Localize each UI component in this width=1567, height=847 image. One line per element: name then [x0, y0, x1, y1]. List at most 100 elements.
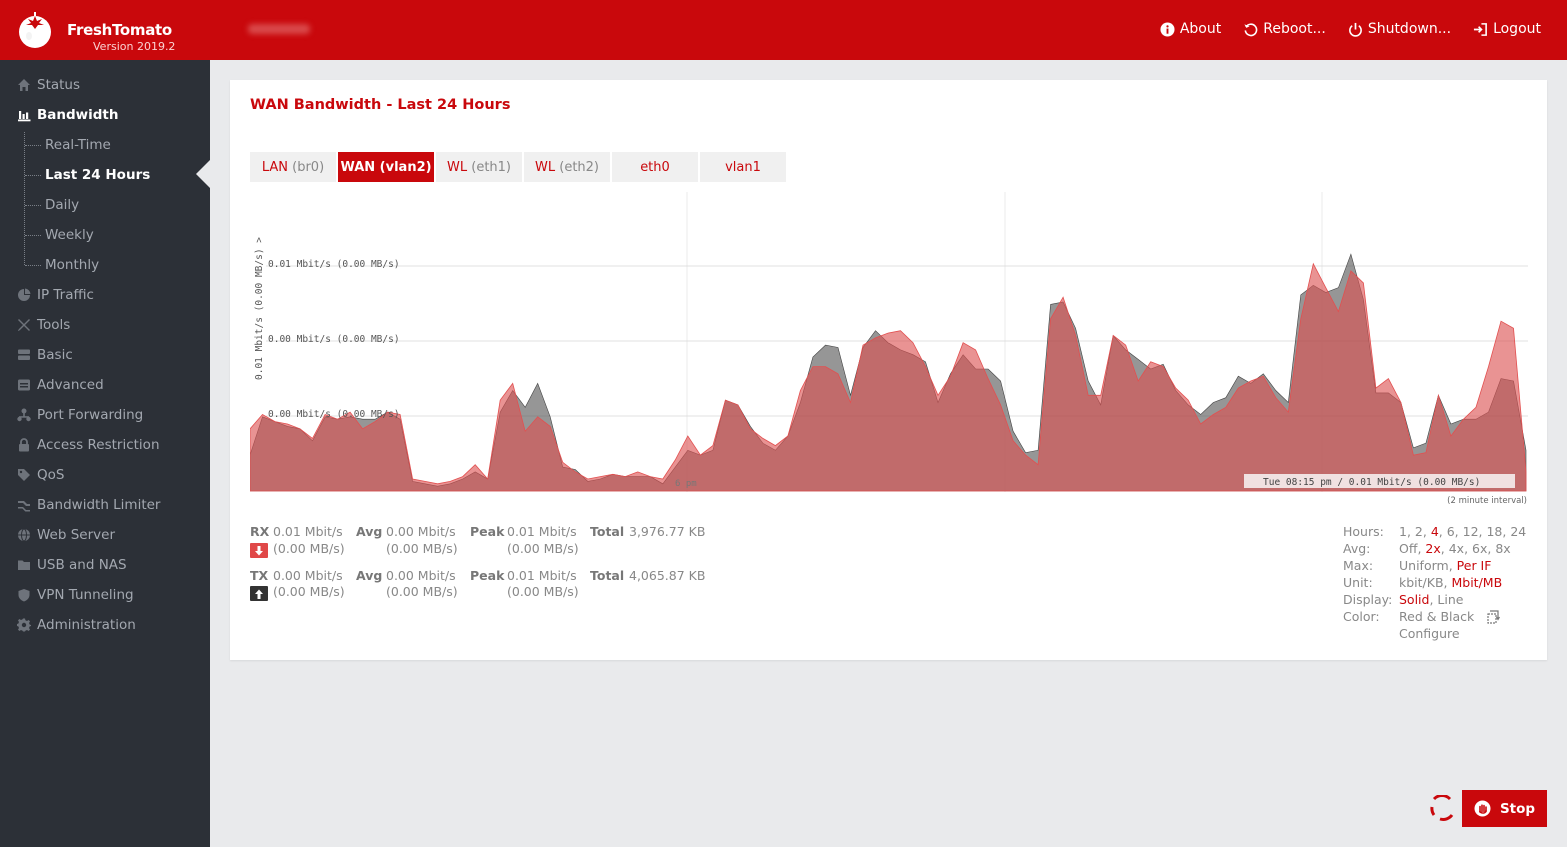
active-page-pointer [196, 160, 210, 188]
unit-choice[interactable]: Mbit/MB [1451, 575, 1502, 590]
hours-choices: 1, 2, 4, 6, 12, 18, 24 [1399, 524, 1527, 539]
sidebar-item-usb-and-nas[interactable]: USB and NAS [17, 555, 127, 575]
sidebar-subitem-daily[interactable]: Daily [45, 195, 79, 215]
sidebar-item-ip-traffic[interactable]: IP Traffic [17, 285, 94, 305]
configure-link[interactable]: Configure [1399, 626, 1460, 641]
interface-tabs: LAN (br0) WAN (vlan2) WL (eth1) WL (eth2… [250, 152, 786, 182]
interval-note: (2 minute interval) [1447, 496, 1527, 506]
color-label: Color: [1343, 609, 1380, 624]
avg-choice[interactable]: 4x [1449, 541, 1464, 556]
brand-name: FreshTomato [67, 21, 172, 39]
hours-choice[interactable]: 2 [1415, 524, 1423, 539]
unit-choices: kbit/KB, Mbit/MB [1399, 575, 1503, 590]
swap-colors-icon[interactable] [1487, 610, 1501, 624]
sidebar-subitem-real-time[interactable]: Real-Time [45, 135, 111, 155]
hours-choice[interactable]: 4 [1431, 524, 1439, 539]
tab-wan-vlan2[interactable]: WAN (vlan2) [338, 152, 434, 182]
arrow-down-icon [255, 545, 263, 555]
sidebar-item-label: Tools [37, 317, 71, 333]
globe-icon [18, 528, 30, 542]
bandwidth-panel: WAN Bandwidth - Last 24 Hours LAN (br0) … [230, 80, 1547, 660]
sidebar-item-label: Access Restriction [37, 437, 160, 453]
firmware-version: Version 2019.2 [93, 40, 176, 53]
sidebar-item-label: Bandwidth Limiter [37, 497, 161, 513]
sidebar-item-label: Bandwidth [37, 107, 119, 123]
sidebar-item-label: USB and NAS [37, 557, 127, 573]
display-choice[interactable]: Solid [1399, 592, 1429, 607]
tab-vlan1[interactable]: vlan1 [700, 152, 786, 182]
avg-choice[interactable]: 2x [1425, 541, 1440, 556]
sidebar-subitem-monthly[interactable]: Monthly [45, 255, 99, 275]
sidebar-item-bandwidth-limiter[interactable]: Bandwidth Limiter [17, 495, 160, 515]
display-choice[interactable]: Line [1437, 592, 1463, 607]
tab-lan-br0[interactable]: LAN (br0) [250, 152, 336, 182]
rx-peak-mb: (0.00 MB/s) [507, 541, 579, 556]
hours-choice[interactable]: 12 [1463, 524, 1479, 539]
avg-choice[interactable]: 8x [1495, 541, 1510, 556]
sidebar-item-status[interactable]: Status [17, 75, 80, 95]
tab-wl-eth2[interactable]: WL (eth2) [524, 152, 610, 182]
tab-name: LAN [261, 159, 288, 175]
rx-peak-label: Peak [470, 524, 505, 539]
stop-hand-icon [1474, 800, 1491, 817]
sidebar-item-label: QoS [37, 467, 65, 483]
sidebar-subitem-last-24-hours[interactable]: Last 24 Hours [45, 165, 150, 185]
sidebar-item-vpn-tunneling[interactable]: VPN Tunneling [17, 585, 134, 605]
sidebar-item-label: Administration [37, 617, 136, 633]
sidebar-item-administration[interactable]: Administration [17, 615, 136, 635]
sidebar-item-port-forwarding[interactable]: Port Forwarding [17, 405, 143, 425]
max-choice[interactable]: Uniform [1399, 558, 1449, 573]
sidebar-item-access-restriction[interactable]: Access Restriction [17, 435, 160, 455]
hours-choice[interactable]: 6 [1447, 524, 1455, 539]
gear-icon [17, 618, 31, 632]
bandwidth-graph[interactable]: 0.01 Mbit/s (0.00 MB/s) > 0.01 Mbit/s (0… [250, 192, 1528, 492]
bar-chart-icon [18, 111, 31, 122]
about-link[interactable]: About [1160, 21, 1221, 37]
hours-choice[interactable]: 24 [1510, 524, 1526, 539]
color-choice[interactable]: Red & Black [1399, 609, 1474, 624]
hours-choice[interactable]: 1 [1399, 524, 1407, 539]
sidebar-item-basic[interactable]: Basic [17, 345, 73, 365]
rx-rate: 0.01 Mbit/s [273, 524, 343, 539]
avg-choice[interactable]: 6x [1472, 541, 1487, 556]
arrow-up-icon [255, 589, 263, 599]
sidebar-item-label: Advanced [37, 377, 104, 393]
tab-name: eth0 [640, 159, 670, 175]
tx-peak-mb: (0.00 MB/s) [507, 584, 579, 599]
avg-choices: Off, 2x, 4x, 6x, 8x [1399, 541, 1511, 556]
page-title: WAN Bandwidth - Last 24 Hours [250, 97, 511, 113]
unit-choice[interactable]: kbit/KB [1399, 575, 1444, 590]
tomato-logo [19, 12, 51, 48]
reboot-link[interactable]: Reboot... [1243, 21, 1326, 37]
tab-wl-eth1[interactable]: WL (eth1) [436, 152, 522, 182]
sidebar-subitem-weekly[interactable]: Weekly [45, 225, 94, 245]
about-label: About [1179, 21, 1222, 37]
hours-label: Hours: [1343, 524, 1384, 539]
max-choice[interactable]: Per IF [1457, 558, 1492, 573]
sidebar-item-tools[interactable]: Tools [17, 315, 70, 335]
sidebar-item-advanced[interactable]: Advanced [17, 375, 104, 395]
shutdown-link[interactable]: Shutdown... [1348, 21, 1451, 37]
stop-button[interactable]: Stop [1462, 790, 1547, 827]
sidebar-item-web-server[interactable]: Web Server [17, 525, 115, 545]
tab-eth0[interactable]: eth0 [612, 152, 698, 182]
display-choices: Solid, Line [1399, 592, 1464, 607]
top-nav: About Reboot... Shutdown... Logout [1160, 21, 1541, 37]
y-tick-label: 0.01 Mbit/s (0.00 MB/s) [268, 259, 400, 270]
tab-interface: (vlan2) [379, 159, 432, 175]
logout-link[interactable]: Logout [1473, 21, 1541, 37]
avg-choice[interactable]: Off [1399, 541, 1417, 556]
tab-name: WL [447, 159, 468, 175]
sidebar-item-bandwidth[interactable]: Bandwidth [17, 105, 119, 125]
sidebar-item-qos[interactable]: QoS [17, 465, 64, 485]
limiter-icon [18, 501, 30, 512]
tag-icon [18, 469, 30, 481]
tab-name: vlan1 [725, 159, 761, 175]
tx-rate-mb: (0.00 MB/s) [273, 584, 345, 599]
hours-choice[interactable]: 18 [1486, 524, 1502, 539]
tx-peak: 0.01 Mbit/s [507, 568, 577, 583]
tree-connector [24, 132, 25, 265]
tx-rate: 0.00 Mbit/s [273, 568, 343, 583]
tx-avg-mb: (0.00 MB/s) [386, 584, 458, 599]
sidebar-item-label: Port Forwarding [37, 407, 144, 423]
